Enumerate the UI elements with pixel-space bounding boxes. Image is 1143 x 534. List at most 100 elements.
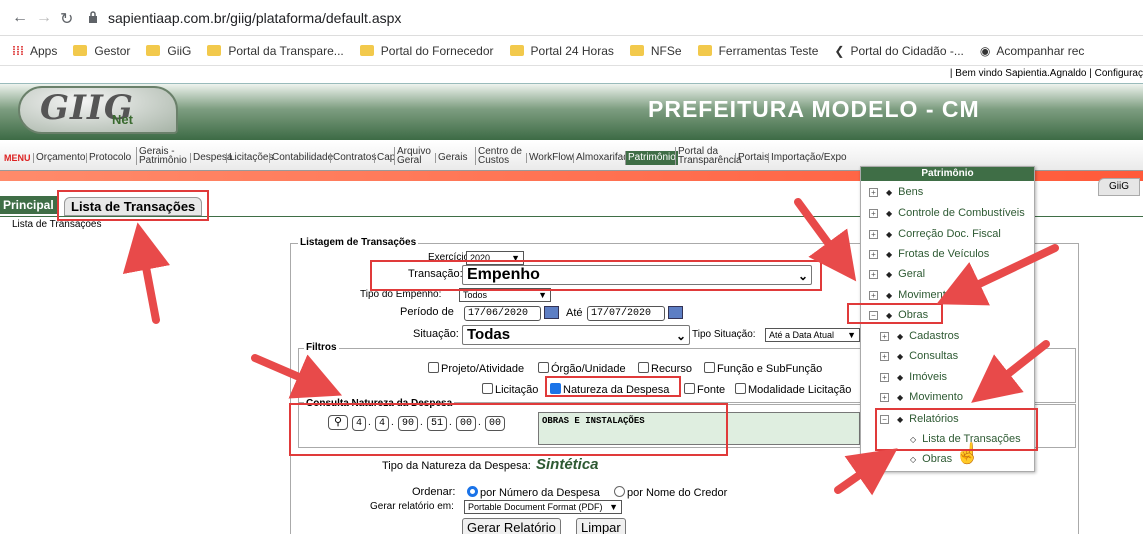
filtro-modalidade[interactable]: Modalidade Licitação <box>735 383 851 396</box>
filtro-recurso[interactable]: Recurso <box>638 362 692 375</box>
expand-icon[interactable]: + <box>880 393 889 402</box>
menu-orcamento[interactable]: Orçamento <box>33 153 85 163</box>
menu-portal-transparencia[interactable]: Portal da Transparência <box>675 147 742 166</box>
folder-icon <box>509 45 524 56</box>
forward-icon[interactable]: → <box>36 9 52 27</box>
bookmark-portal-fornecedor[interactable]: Portal do Fornecedor <box>359 44 494 58</box>
bookmark-nfse[interactable]: NFSe <box>629 44 682 58</box>
tab-principal[interactable]: Principal <box>0 196 57 214</box>
dd-item-correcao[interactable]: + ◆ Correção Doc. Fiscal <box>869 228 1001 240</box>
menu-protocolo[interactable]: Protocolo <box>86 153 131 163</box>
filtro-funcao[interactable]: Função e SubFunção <box>704 362 822 375</box>
dd-obras-movimento[interactable]: + ◆ Movimento <box>880 391 963 403</box>
checkbox[interactable] <box>538 362 549 373</box>
menu-patrimonio[interactable]: Patrimônio <box>625 151 678 165</box>
filtro-fonte[interactable]: Fonte <box>684 383 725 396</box>
periodo-label: Período de <box>400 306 454 318</box>
dd-obras-consultas[interactable]: + ◆ Consultas <box>880 350 958 362</box>
listagem-legend: Listagem de Transações <box>298 237 419 248</box>
limpar-button[interactable]: Limpar <box>576 518 626 534</box>
radio[interactable] <box>614 486 625 497</box>
filtro-projeto[interactable]: Projeto/Atividade <box>428 362 524 375</box>
expand-icon[interactable]: + <box>869 270 878 279</box>
logo-net: Net <box>112 112 133 127</box>
menu-importacao[interactable]: Importação/Expo <box>768 153 847 163</box>
filtro-licitacao[interactable]: Licitação <box>482 383 538 396</box>
dd-item-combustiveis[interactable]: + ◆ Controle de Combustíveis <box>869 207 1025 219</box>
menu-licitacoes[interactable]: Licitações <box>226 153 273 163</box>
folder-icon <box>359 45 374 56</box>
data-inicio-input[interactable]: 17/06/2020 <box>464 306 541 321</box>
dd-item-geral[interactable]: + ◆ Geral <box>869 268 925 280</box>
folder-icon <box>697 45 712 56</box>
checkbox[interactable] <box>638 362 649 373</box>
formato-select[interactable]: Portable Document Format (PDF) ▼ <box>464 500 622 514</box>
checkbox[interactable] <box>704 362 715 373</box>
calendar-icon[interactable] <box>668 306 683 319</box>
filtro-orgao[interactable]: Órgão/Unidade <box>538 362 626 375</box>
reload-icon[interactable]: ↻ <box>60 9 73 29</box>
menu-centro-custos[interactable]: Centro de Custos <box>475 147 522 166</box>
expand-icon[interactable]: + <box>880 352 889 361</box>
expand-icon[interactable]: + <box>880 332 889 341</box>
bookmark-portal-transparencia[interactable]: Portal da Transpare... <box>207 44 344 58</box>
tipo-natureza-label: Tipo da Natureza da Despesa: <box>382 460 531 472</box>
situacao-select[interactable]: Todas ⌄ <box>462 325 690 345</box>
checkbox[interactable] <box>684 383 695 394</box>
calendar-icon[interactable] <box>544 306 559 319</box>
tipo-natureza-value: Sintética <box>536 456 599 473</box>
tab-giig[interactable]: GiiG <box>1098 178 1140 196</box>
ordenar-numero[interactable]: por Número da Despesa <box>467 486 600 499</box>
bookmark-acompanhar[interactable]: ◉ Acompanhar rec <box>980 44 1085 58</box>
expand-icon[interactable]: + <box>869 250 878 259</box>
back-icon[interactable]: ← <box>12 9 28 27</box>
expand-icon[interactable]: + <box>869 230 878 239</box>
bookmark-giig[interactable]: GiiG <box>146 44 191 58</box>
bookmark-gestor[interactable]: Gestor <box>73 44 130 58</box>
chevron-left-icon: ❮ <box>834 43 845 58</box>
tipo-situacao-select[interactable]: Até a Data Atual ▼ <box>765 328 860 342</box>
expand-icon[interactable]: + <box>869 209 878 218</box>
menu-gerais[interactable]: Gerais <box>435 153 467 163</box>
expand-icon[interactable]: + <box>869 291 878 300</box>
bookmark-portal-cidadao[interactable]: ❮ Portal do Cidadão -... <box>834 44 963 58</box>
menu-cap[interactable]: Cap <box>374 153 395 163</box>
menu-gerais-patrimonio[interactable]: Gerais - Patrimônio <box>136 147 187 166</box>
highlight-box <box>370 260 822 291</box>
checkbox[interactable] <box>482 383 493 394</box>
gerar-em-label: Gerar relatório em: <box>370 501 454 512</box>
dd-obras-imoveis[interactable]: + ◆ Imóveis <box>880 371 947 383</box>
checkbox[interactable] <box>735 383 746 394</box>
menu-arquivo-geral[interactable]: Arquivo Geral <box>394 147 431 166</box>
bookmark-apps[interactable]: ⁞⁞⁞ Apps <box>12 44 57 58</box>
checkbox[interactable] <box>428 362 439 373</box>
folder-icon <box>73 45 88 56</box>
bookmark-portal-24h[interactable]: Portal 24 Horas <box>509 44 614 58</box>
expand-icon[interactable]: + <box>880 373 889 382</box>
dd-item-bens[interactable]: + ◆ Bens <box>869 186 923 198</box>
chevron-down-icon: ▼ <box>609 502 618 512</box>
bullet-icon: ◆ <box>886 209 893 218</box>
bookmarks-bar: ⁞⁞⁞ Apps Gestor GiiG Portal da Transpare.… <box>0 36 1143 66</box>
ordenar-label: Ordenar: <box>412 486 456 498</box>
dd-relatorios-obras[interactable]: ◇ Obras <box>910 453 952 465</box>
ordenar-credor[interactable]: por Nome do Credor <box>614 486 727 499</box>
dd-obras-cadastros[interactable]: + ◆ Cadastros <box>880 330 959 342</box>
address-bar[interactable]: sapientiaap.com.br/giig/plataforma/defau… <box>108 10 401 26</box>
bullet-icon: ◆ <box>886 188 893 197</box>
menu-label: MENU <box>4 153 31 163</box>
dd-item-movimento[interactable]: + ◆ Movimento <box>869 289 952 301</box>
bullet-icon: ◆ <box>897 373 904 382</box>
menu-workflow[interactable]: WorkFlow <box>526 153 573 163</box>
menu-contratos[interactable]: Contratos <box>330 153 376 163</box>
menu-portais[interactable]: Portais <box>735 153 769 163</box>
data-fim-input[interactable]: 17/07/2020 <box>587 306 665 321</box>
folder-icon <box>629 45 644 56</box>
bookmark-ferramentas[interactable]: Ferramentas Teste <box>697 44 818 58</box>
radio-selected[interactable] <box>467 486 478 497</box>
expand-icon[interactable]: + <box>869 188 878 197</box>
gerar-relatorio-button[interactable]: Gerar Relatório <box>462 518 561 534</box>
dd-item-frotas[interactable]: + ◆ Frotas de Veículos <box>869 248 989 260</box>
menu-contabilidade[interactable]: Contabilidade <box>269 153 333 163</box>
highlight-box <box>545 376 681 397</box>
